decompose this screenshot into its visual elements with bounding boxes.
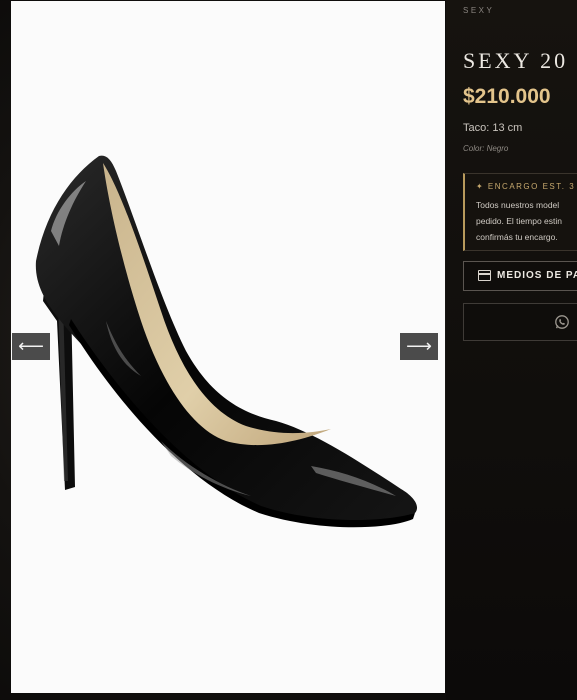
order-notice-body: Todos nuestros model pedido. El tiempo e… [476,197,577,245]
payment-methods-button[interactable]: MEDIOS DE PA [463,261,577,291]
arrow-left-icon: ⟵ [18,336,44,356]
whatsapp-button[interactable] [463,303,577,341]
product-price: $210.000 [463,85,551,108]
order-notice-line: pedido. El tiempo estin [476,216,562,226]
order-notice: ✦ ENCARGO EST. 3 Todos nuestros model pe… [463,173,577,251]
whatsapp-icon [555,315,569,329]
prev-image-button[interactable]: ⟵ [12,333,50,360]
payment-methods-label: MEDIOS DE PA [497,270,577,281]
product-color: Color: Negro [463,144,509,153]
product-brand: SEXY [463,6,495,15]
order-notice-line: Todos nuestros model [476,200,560,210]
card-icon [478,270,491,281]
product-image-shoe [35,155,418,528]
product-heel-height: Taco: 13 cm [463,122,523,134]
arrow-right-icon: ⟶ [406,336,432,356]
next-image-button[interactable]: ⟶ [400,333,438,360]
product-image-gallery [11,1,445,693]
order-notice-heading: ✦ ENCARGO EST. 3 [476,182,576,191]
order-notice-line: confirmás tu encargo. [476,232,558,242]
product-title: SEXY 20 [463,48,569,73]
